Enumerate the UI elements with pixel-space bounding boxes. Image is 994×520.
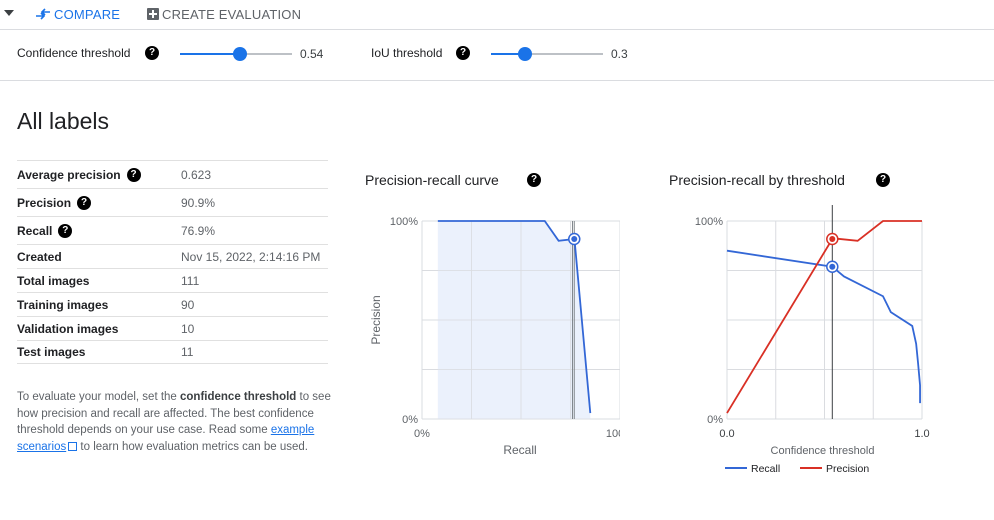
stats-key-text: Training images [17, 297, 109, 312]
stats-value: 0.623 [181, 167, 212, 182]
add-box-icon [147, 8, 159, 20]
recall-line [726, 249, 921, 404]
stats-row: Total images 111 [17, 268, 328, 292]
pr-threshold-title: Precision-recall by threshold [669, 172, 845, 188]
help-icon[interactable]: ? [58, 223, 73, 238]
stats-key: Test images [17, 345, 181, 359]
pr-threshold-chart: 100% 0% 0.0 1.0 Confidence threshold Recall Pr… [695, 205, 930, 475]
precision-marker-dot [829, 236, 836, 243]
stats-key: Precision? [17, 195, 181, 210]
iou-threshold-label: IoU threshold [371, 46, 443, 60]
pr-threshold-help-icon[interactable]: ? [876, 173, 890, 187]
stats-value: 10 [181, 321, 195, 336]
confidence-threshold-value: 0.54 [300, 47, 324, 61]
stats-value: 111 [181, 273, 200, 288]
stats-row: Recall? 76.9% [17, 216, 328, 244]
x-tick-label: 100% [606, 428, 620, 440]
stats-key-text: Total images [17, 273, 90, 288]
recall-marker-dot [829, 263, 836, 270]
x-axis-label: Recall [503, 443, 536, 455]
compare-arrows-icon [35, 8, 51, 20]
toolbar: COMPARE CREATE EVALUATION [0, 0, 994, 28]
x-tick-label: 0% [414, 428, 430, 440]
collapse-caret-icon[interactable] [4, 10, 14, 16]
note-text-1: To evaluate your model, set the [17, 391, 181, 403]
compare-label: COMPARE [54, 6, 121, 22]
help-icon[interactable]: ? [77, 195, 92, 210]
stats-row: Average precision? 0.623 [17, 160, 328, 188]
confidence-threshold-label: Confidence threshold [17, 46, 131, 60]
pr-threshold-title-text: Precision-recall by threshold [669, 172, 845, 188]
confidence-help-icon[interactable]: ? [145, 46, 159, 60]
create-evaluation-button[interactable]: CREATE EVALUATION [147, 6, 301, 22]
stats-key-text: Recall [17, 223, 53, 238]
stats-value: 76.9% [181, 223, 216, 238]
toolbar-divider [0, 29, 994, 30]
stats-key: Created [17, 250, 181, 264]
stats-row: Training images 90 [17, 292, 328, 316]
note-text-3: to learn how evaluation metrics can be u… [77, 440, 308, 453]
legend-label-precision: Precision [826, 463, 869, 475]
stats-row: Created Nov 15, 2022, 2:14:16 PM [17, 244, 328, 268]
y-tick-label: 0% [402, 414, 418, 426]
x-tick-label: 1.0 [914, 428, 929, 440]
stats-key-text: Test images [17, 345, 86, 359]
confidence-slider-track-filled [180, 53, 240, 55]
stats-table: Average precision? 0.623 Precision? 90.9% Re… [17, 160, 328, 364]
stats-key-text: Validation images [17, 321, 119, 336]
pr-curve-help-icon[interactable]: ? [527, 173, 541, 187]
y-tick-label: 100% [695, 216, 723, 228]
confidence-slider-thumb[interactable] [233, 47, 247, 61]
evaluation-help-text: To evaluate your model, set the confiden… [17, 389, 337, 455]
pr-curve-marker-dot [571, 236, 578, 243]
stats-key-text: Precision [17, 195, 72, 210]
compare-button[interactable]: COMPARE [35, 6, 120, 22]
pr-curve-title: Precision-recall curve [365, 172, 499, 188]
iou-slider-track-rest [525, 53, 603, 55]
stats-key: Recall? [17, 223, 181, 238]
stats-key: Training images [17, 298, 181, 312]
create-evaluation-label: CREATE EVALUATION [162, 6, 302, 22]
stats-key-text: Average precision [17, 167, 121, 182]
stats-value: 90.9% [181, 195, 216, 210]
iou-threshold-value: 0.3 [611, 47, 628, 61]
iou-help-icon[interactable]: ? [456, 46, 470, 60]
help-icon[interactable]: ? [126, 167, 141, 182]
stats-key-text: Created [17, 249, 62, 264]
x-tick-label: 0.0 [719, 428, 734, 440]
y-tick-label: 0% [707, 414, 723, 426]
pr-curve-chart: 100% 0% 0% 100% Recall Precision [369, 216, 620, 455]
stats-value: Nov 15, 2022, 2:14:16 PM [181, 249, 321, 264]
sliders-divider [0, 80, 994, 81]
external-link-icon[interactable] [68, 441, 78, 451]
y-tick-label: 100% [390, 216, 418, 228]
stats-row: Test images 11 [17, 340, 328, 364]
stats-key: Total images [17, 274, 181, 288]
pr-curve-title-text: Precision-recall curve [365, 172, 499, 188]
page-title: All labels [17, 108, 110, 134]
stats-value: 11 [181, 345, 194, 359]
stats-key: Validation images [17, 322, 181, 336]
y-axis-label: Precision [369, 295, 383, 344]
note-bold-text: confidence threshold [180, 391, 297, 403]
confidence-slider-track-rest [240, 53, 292, 55]
stats-value: 90 [181, 297, 195, 312]
iou-slider-thumb[interactable] [518, 47, 532, 61]
stats-key: Average precision? [17, 167, 181, 182]
legend-label-recall: Recall [751, 463, 780, 475]
stats-row: Validation images 10 [17, 316, 328, 340]
stats-row: Precision? 90.9% [17, 188, 328, 216]
x-axis-label: Confidence threshold [771, 445, 875, 457]
